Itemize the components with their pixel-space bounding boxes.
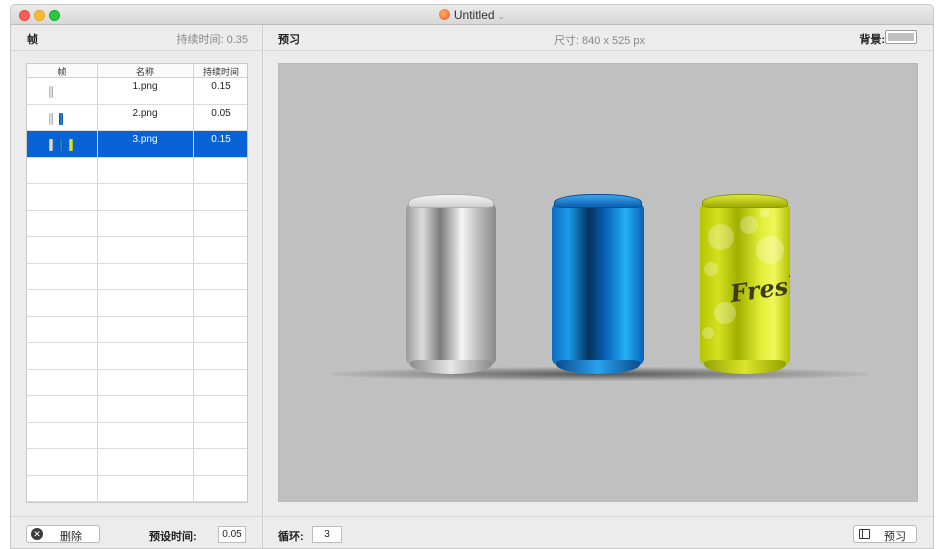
background-color-well[interactable] <box>885 30 917 44</box>
frame-duration[interactable]: 0.15 <box>193 134 247 145</box>
frames-footer: ✕ 删除 预设时间: 0.05 <box>11 516 262 548</box>
preset-time-input[interactable]: 0.05 <box>218 526 246 543</box>
table-row-empty <box>27 370 247 396</box>
table-row-empty <box>27 449 247 476</box>
loop-label: 循环: <box>278 531 304 543</box>
silver-can-image <box>406 194 496 374</box>
column-header-name[interactable]: 名称 <box>97 65 193 78</box>
loop-count-input[interactable]: 3 <box>312 526 342 543</box>
title-bar: Untitled ⌄ <box>11 5 933 25</box>
delete-button[interactable]: ✕ 删除 <box>26 525 100 543</box>
preview-mode-icon <box>859 529 870 539</box>
app-window: Untitled ⌄ 帧 持续时间: 0.35 帧 名称 持续时间 1.png 0… <box>10 4 934 549</box>
table-row-empty <box>27 343 247 370</box>
window-title: Untitled <box>453 8 495 22</box>
table-row[interactable]: 2.png 0.05 <box>27 105 247 131</box>
table-row-empty <box>27 184 247 211</box>
frame-name: 1.png <box>132 81 158 92</box>
preset-time-label: 预设时间: <box>149 531 197 543</box>
delete-label: 删除 <box>60 531 82 543</box>
background-color-swatch <box>888 33 914 41</box>
table-row-empty <box>27 211 247 237</box>
table-row-empty <box>27 423 247 449</box>
preview-footer: 循环: 3 预习 <box>264 516 933 548</box>
column-header-duration[interactable]: 持续时间 <box>193 65 247 78</box>
can-label-text: Fresh <box>728 268 790 309</box>
window-title-area[interactable]: Untitled ⌄ <box>11 8 933 22</box>
document-icon <box>438 9 450 20</box>
frame-name: 3.png <box>132 134 158 145</box>
delete-icon: ✕ <box>31 528 43 540</box>
table-row-empty <box>27 264 247 290</box>
table-row-empty <box>27 237 247 264</box>
table-row-empty <box>27 158 247 184</box>
blue-can-image <box>552 194 644 374</box>
preview-panel: 预习 尺寸: 840 x 525 px 背景: Fresh 循环: 3 预习 <box>264 25 933 548</box>
table-row-empty <box>27 396 247 423</box>
frames-table[interactable]: 帧 名称 持续时间 1.png 0.15 2.png 0.05 3.png 0.… <box>26 63 248 503</box>
preview-button[interactable]: 预习 <box>853 525 917 543</box>
frames-panel: 帧 持续时间: 0.35 帧 名称 持续时间 1.png 0.15 2.png … <box>11 25 263 548</box>
yellow-can-image: Fresh <box>700 194 790 374</box>
column-divider <box>193 64 194 502</box>
table-row-empty <box>27 290 247 317</box>
frame-duration[interactable]: 0.15 <box>193 81 247 92</box>
chevron-down-icon: ⌄ <box>497 11 506 21</box>
table-header: 帧 名称 持续时间 <box>27 64 247 78</box>
preview-button-label: 预习 <box>884 531 906 543</box>
frame-duration[interactable]: 0.05 <box>193 108 247 119</box>
table-row[interactable]: 1.png 0.15 <box>27 78 247 105</box>
table-row-empty <box>27 317 247 343</box>
background-label: 背景: <box>859 34 885 46</box>
column-header-frame[interactable]: 帧 <box>27 65 97 78</box>
preview-header: 预习 尺寸: 840 x 525 px 背景: <box>264 25 933 51</box>
preview-canvas: Fresh <box>278 63 918 502</box>
column-divider <box>97 64 98 502</box>
frames-header: 帧 持续时间: 0.35 <box>11 25 262 51</box>
total-duration: 持续时间: 0.35 <box>176 34 248 46</box>
canvas-size: 尺寸: 840 x 525 px <box>553 35 646 47</box>
frame-name: 2.png <box>132 107 158 119</box>
table-row-selected[interactable]: 3.png 0.15 <box>27 131 247 158</box>
frames-title: 帧 <box>27 34 38 46</box>
table-row-empty <box>27 476 247 502</box>
